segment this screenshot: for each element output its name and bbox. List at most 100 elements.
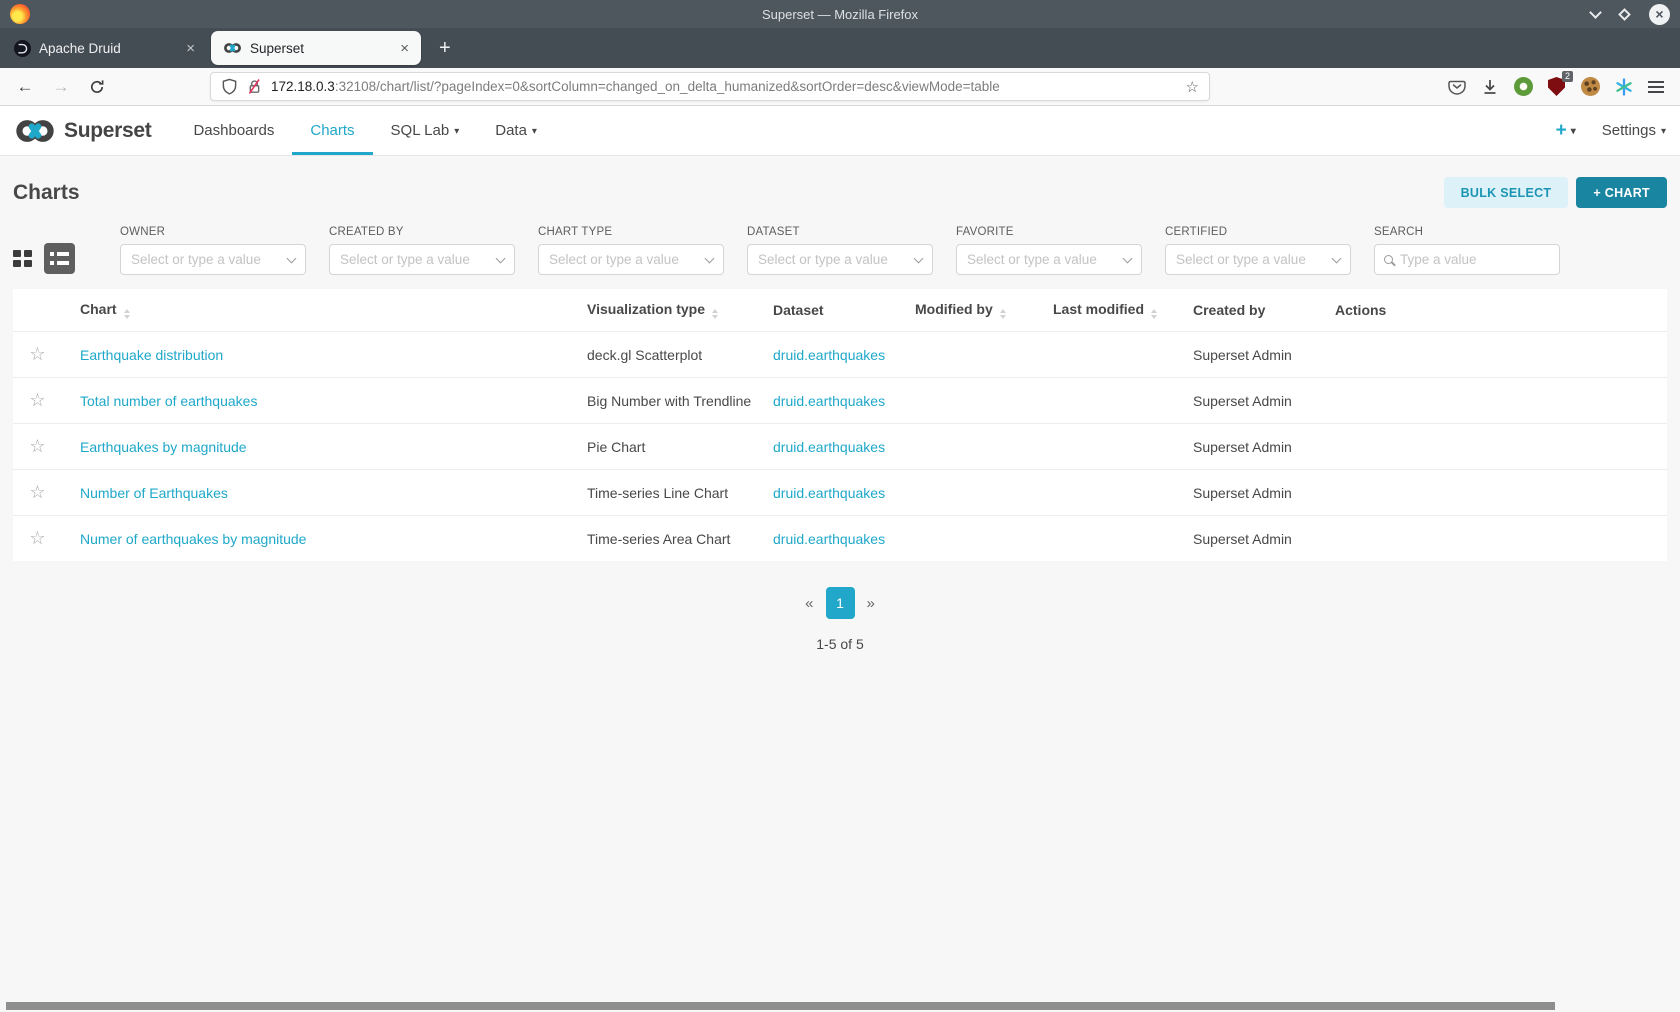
sort-icon <box>712 309 718 319</box>
window-minimize-icon[interactable] <box>1589 6 1602 19</box>
superset-brand[interactable]: Superset <box>14 106 151 155</box>
superset-logo-icon <box>14 118 56 144</box>
column-header-favorite <box>13 289 70 332</box>
tab-label: Apache Druid <box>39 41 178 56</box>
column-header-chart[interactable]: Chart <box>70 289 577 332</box>
created-by-select[interactable]: Select or type a value <box>329 244 515 275</box>
window-title: Superset — Mozilla Firefox <box>0 7 1680 22</box>
favorite-star-icon[interactable]: ☆ <box>29 390 45 410</box>
favorite-select[interactable]: Select or type a value <box>956 244 1142 275</box>
last-modified-cell <box>1043 424 1183 470</box>
window-maximize-icon[interactable] <box>1618 8 1631 21</box>
filter-label: CREATED BY <box>329 226 515 238</box>
table-row: ☆ Earthquakes by magnitude Pie Chart dru… <box>13 424 1667 470</box>
filter-chart-type: CHART TYPE Select or type a value <box>538 226 724 275</box>
filter-owner: OWNER Select or type a value <box>120 226 306 275</box>
url-path: :32108/chart/list/?pageIndex=0&sortColum… <box>335 79 1000 94</box>
nav-item-sql-lab[interactable]: SQL Lab▾ <box>373 106 478 155</box>
dataset-link[interactable]: druid.earthquakes <box>773 393 885 409</box>
tab-close-icon[interactable]: × <box>186 40 195 57</box>
nav-item-dashboards[interactable]: Dashboards <box>175 106 292 155</box>
settings-menu[interactable]: Settings▾ <box>1602 122 1666 139</box>
tab-superset[interactable]: Superset × <box>211 31 421 65</box>
modified-by-cell <box>905 378 1043 424</box>
new-item-menu[interactable]: +▾ <box>1556 120 1576 142</box>
search-input[interactable] <box>1400 252 1550 267</box>
dataset-link[interactable]: druid.earthquakes <box>773 439 885 455</box>
actions-cell <box>1325 516 1667 562</box>
next-page-button[interactable]: » <box>867 595 875 612</box>
menu-icon[interactable] <box>1648 81 1664 93</box>
dataset-link[interactable]: druid.earthquakes <box>773 347 885 363</box>
card-view-toggle-icon[interactable] <box>13 250 32 267</box>
url-text: 172.18.0.3:32108/chart/list/?pageIndex=0… <box>271 79 1178 94</box>
filter-label: DATASET <box>747 226 933 238</box>
created-by-cell: Superset Admin <box>1183 378 1325 424</box>
certified-select[interactable]: Select or type a value <box>1165 244 1351 275</box>
add-chart-button[interactable]: + CHART <box>1576 177 1667 208</box>
tab-apache-druid[interactable]: Apache Druid × <box>2 31 207 65</box>
favorite-star-icon[interactable]: ☆ <box>29 436 45 456</box>
back-button[interactable]: ← <box>12 77 38 97</box>
pagination-summary: 1-5 of 5 <box>0 636 1680 652</box>
table-row: ☆ Total number of earthquakes Big Number… <box>13 378 1667 424</box>
column-header-visualization-type[interactable]: Visualization type <box>577 289 763 332</box>
filter-bar: OWNER Select or type a value CREATED BY … <box>0 226 1680 275</box>
list-view-toggle-icon[interactable] <box>44 243 75 274</box>
dataset-link[interactable]: druid.earthquakes <box>773 531 885 547</box>
nav-item-charts[interactable]: Charts <box>292 106 372 155</box>
privacy-badger-icon[interactable] <box>1514 77 1533 96</box>
reload-button[interactable] <box>84 79 110 95</box>
horizontal-scrollbar[interactable] <box>6 1002 1555 1010</box>
superset-navbar: Superset Dashboards Charts SQL Lab▾ Data… <box>0 106 1680 156</box>
ublock-origin-icon[interactable]: 2 <box>1548 77 1566 96</box>
downloads-icon[interactable] <box>1481 78 1499 96</box>
extension-asterisk-icon[interactable] <box>1615 78 1633 96</box>
sort-icon <box>1151 309 1157 319</box>
column-header-dataset: Dataset <box>763 289 905 332</box>
viz-type-cell: Pie Chart <box>577 424 763 470</box>
dataset-select[interactable]: Select or type a value <box>747 244 933 275</box>
chart-link[interactable]: Earthquake distribution <box>80 347 223 363</box>
nav-item-data[interactable]: Data▾ <box>477 106 555 155</box>
dataset-link[interactable]: druid.earthquakes <box>773 485 885 501</box>
chart-link[interactable]: Numer of earthquakes by magnitude <box>80 531 306 547</box>
tab-close-icon[interactable]: × <box>400 40 409 57</box>
new-tab-button[interactable]: + <box>439 37 451 60</box>
bulk-select-button[interactable]: BULK SELECT <box>1444 177 1569 208</box>
chevron-down-icon <box>496 253 506 263</box>
owner-select[interactable]: Select or type a value <box>120 244 306 275</box>
page-1-button[interactable]: 1 <box>826 587 855 619</box>
actions-cell <box>1325 470 1667 516</box>
chart-link[interactable]: Earthquakes by magnitude <box>80 439 247 455</box>
favorite-star-icon[interactable]: ☆ <box>29 482 45 502</box>
url-bar[interactable]: 172.18.0.3:32108/chart/list/?pageIndex=0… <box>210 72 1210 101</box>
prev-page-button[interactable]: « <box>805 595 813 612</box>
caret-down-icon: ▾ <box>1571 126 1576 137</box>
favorite-star-icon[interactable]: ☆ <box>29 344 45 364</box>
chart-link[interactable]: Total number of earthquakes <box>80 393 257 409</box>
column-header-last-modified[interactable]: Last modified <box>1043 289 1183 332</box>
caret-down-icon: ▾ <box>454 126 459 137</box>
chart-link[interactable]: Number of Earthquakes <box>80 485 228 501</box>
filter-label: OWNER <box>120 226 306 238</box>
cookie-extension-icon[interactable] <box>1581 77 1600 96</box>
caret-down-icon: ▾ <box>532 126 537 137</box>
forward-button[interactable]: → <box>48 77 74 97</box>
chevron-down-icon <box>914 253 924 263</box>
druid-favicon <box>14 40 31 57</box>
brand-name: Superset <box>64 119 151 143</box>
window-close-icon[interactable]: × <box>1649 4 1670 25</box>
bookmark-star-icon[interactable]: ☆ <box>1186 78 1199 96</box>
charts-table: Chart Visualization type Dataset Modifie… <box>13 289 1667 561</box>
browser-tabbar: Apache Druid × Superset × + <box>0 28 1680 68</box>
tracking-shield-icon[interactable] <box>221 78 238 95</box>
created-by-cell: Superset Admin <box>1183 332 1325 378</box>
chart-type-select[interactable]: Select or type a value <box>538 244 724 275</box>
column-header-modified-by[interactable]: Modified by <box>905 289 1043 332</box>
modified-by-cell <box>905 332 1043 378</box>
insecure-lock-icon[interactable] <box>246 78 263 95</box>
pocket-icon[interactable] <box>1448 78 1466 96</box>
favorite-star-icon[interactable]: ☆ <box>29 528 45 548</box>
charts-table-card: Chart Visualization type Dataset Modifie… <box>13 289 1667 561</box>
